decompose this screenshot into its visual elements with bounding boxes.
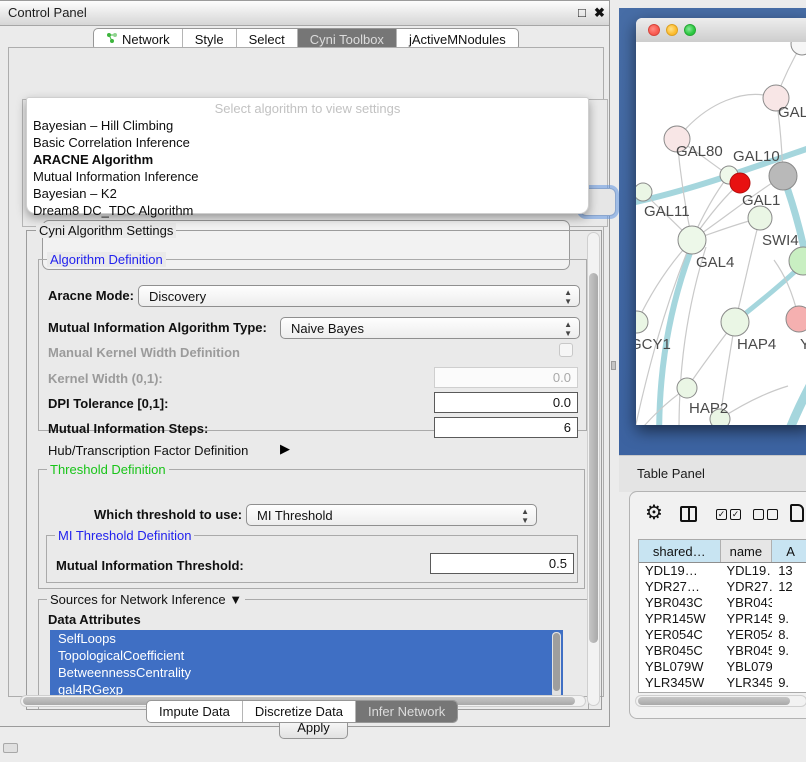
mi-threshold-field[interactable]: 0.5 bbox=[430, 553, 574, 574]
table-panel-title: Table Panel bbox=[637, 466, 705, 481]
document-icon[interactable] bbox=[790, 504, 804, 522]
which-threshold-label: Which threshold to use: bbox=[94, 507, 242, 522]
tab-infer-network[interactable]: Infer Network bbox=[356, 701, 457, 722]
table-row[interactable]: YBR043CYBR043C bbox=[639, 595, 806, 611]
node-label: HAP4 bbox=[737, 336, 776, 353]
tab-impute-data[interactable]: Impute Data bbox=[147, 701, 243, 722]
combo-spinner-icon: ▲▼ bbox=[521, 507, 529, 525]
aracne-mode-label: Aracne Mode: bbox=[48, 288, 134, 303]
network-view-window: GAL GAL80 GAL10 GAL1 GAL11 SWI4 GAL4 GCY… bbox=[636, 18, 806, 425]
cyni-toolbox-panel: Select algorithm to view settings Bayesi… bbox=[8, 47, 604, 697]
manual-kernel-label: Manual Kernel Width Definition bbox=[48, 345, 240, 360]
table-row[interactable]: YBL079WYBL079W bbox=[639, 659, 806, 675]
aracne-mode-combobox[interactable]: Discovery ▲▼ bbox=[138, 285, 580, 307]
node-table: shared… name A YDL19…YDL19…13 YDR27…YDR2… bbox=[638, 539, 806, 693]
algorithm-option[interactable]: Bayesian – K2 bbox=[33, 186, 117, 201]
cyni-algorithm-settings-group: Algorithm Definition Aracne Mode: Discov… bbox=[26, 230, 602, 710]
checked-checkbox-icon[interactable]: ✓ bbox=[730, 509, 741, 520]
algorithm-option[interactable]: Dream8 DC_TDC Algorithm bbox=[33, 203, 193, 218]
node-label: GAL1 bbox=[742, 192, 780, 209]
control-panel-title: Control Panel bbox=[8, 5, 87, 20]
table-header-row: shared… name A bbox=[639, 540, 806, 563]
algorithm-option[interactable]: Basic Correlation Inference bbox=[33, 135, 190, 150]
columns-icon[interactable] bbox=[680, 506, 697, 522]
table-row[interactable]: YDR27…YDR27…12 bbox=[639, 579, 806, 595]
tab-discretize-data[interactable]: Discretize Data bbox=[243, 701, 356, 722]
close-traffic-light-icon[interactable] bbox=[648, 24, 660, 36]
zoom-traffic-light-icon[interactable] bbox=[684, 24, 696, 36]
mi-steps-field[interactable]: 6 bbox=[434, 417, 578, 438]
control-panel-titlebar: Control Panel □ ✖ bbox=[0, 1, 609, 26]
kernel-width-label: Kernel Width (0,1): bbox=[48, 371, 163, 386]
mi-steps-label: Mutual Information Steps: bbox=[48, 421, 208, 436]
window-grip-icon[interactable] bbox=[3, 743, 18, 753]
unchecked-checkbox-icon[interactable] bbox=[753, 509, 764, 520]
combo-spinner-icon: ▲▼ bbox=[564, 320, 572, 338]
network-graph-icon bbox=[106, 32, 118, 47]
table-row[interactable]: YPR145WYPR145W9. bbox=[639, 611, 806, 627]
dropdown-placeholder: Select algorithm to view settings bbox=[27, 101, 588, 116]
table-row[interactable]: YER054CYER054C8. bbox=[639, 627, 806, 643]
splitter-handle[interactable] bbox=[611, 361, 616, 370]
mi-threshold-label: Mutual Information Threshold: bbox=[56, 558, 244, 573]
expand-arrow-icon[interactable]: ▶ bbox=[280, 441, 290, 457]
manual-kernel-checkbox[interactable] bbox=[559, 343, 573, 357]
table-horizontal-scrollbar[interactable] bbox=[635, 695, 806, 707]
column-header[interactable]: shared… bbox=[639, 540, 721, 562]
attributes-scrollbar[interactable] bbox=[552, 632, 561, 698]
node-label: GAL11 bbox=[644, 203, 690, 220]
algorithm-definition-title: Algorithm Definition bbox=[47, 252, 166, 267]
table-panel-body: ⚙ ✓ ✓ shared… name A YDL19…YDL19…13 YDR2… bbox=[629, 491, 806, 719]
algorithm-option[interactable]: Mutual Information Inference bbox=[33, 169, 198, 184]
node-label: GAL10 bbox=[733, 148, 780, 165]
data-attributes-list: SelfLoops TopologicalCoefficient Between… bbox=[50, 630, 563, 701]
table-panel-titlebar: Table Panel bbox=[619, 455, 806, 492]
node-label: GAL bbox=[778, 104, 806, 121]
threshold-definition-title: Threshold Definition bbox=[47, 462, 169, 477]
control-panel-window: Control Panel □ ✖ Network Style Select C… bbox=[0, 0, 610, 727]
dpi-tolerance-label: DPI Tolerance [0,1]: bbox=[48, 396, 168, 411]
column-header[interactable]: name bbox=[721, 540, 773, 562]
settings-vertical-scrollbar[interactable] bbox=[587, 232, 600, 706]
hub-section-label[interactable]: Hub/Transcription Factor Definition bbox=[48, 443, 248, 458]
algorithm-option-selected[interactable]: ARACNE Algorithm bbox=[33, 152, 153, 167]
node-label: GCY1 bbox=[636, 336, 671, 353]
network-canvas[interactable]: GAL GAL80 GAL10 GAL1 GAL11 SWI4 GAL4 GCY… bbox=[636, 42, 806, 425]
attribute-item-selected[interactable]: SelfLoops bbox=[50, 630, 563, 647]
node-label: Y bbox=[800, 336, 806, 353]
combo-spinner-icon: ▲▼ bbox=[564, 288, 572, 306]
attribute-item-selected[interactable]: BetweennessCentrality bbox=[50, 664, 563, 681]
close-window-icon[interactable]: ✖ bbox=[594, 5, 605, 21]
checked-checkbox-icon[interactable]: ✓ bbox=[716, 509, 727, 520]
mi-type-label: Mutual Information Algorithm Type: bbox=[48, 320, 267, 335]
gear-icon[interactable]: ⚙ bbox=[645, 503, 663, 523]
unchecked-checkbox-icon[interactable] bbox=[767, 509, 778, 520]
table-row[interactable]: YDL19…YDL19…13 bbox=[639, 563, 806, 579]
node-label: SWI4 bbox=[762, 232, 799, 249]
node-label: HAP2 bbox=[689, 400, 728, 417]
node-label: GAL80 bbox=[676, 143, 723, 160]
kernel-width-field[interactable]: 0.0 bbox=[434, 367, 578, 388]
table-row[interactable]: YBR045CYBR045C9. bbox=[639, 643, 806, 659]
float-window-icon[interactable]: □ bbox=[578, 5, 586, 20]
attribute-item-selected[interactable]: TopologicalCoefficient bbox=[50, 647, 563, 664]
table-row[interactable]: YIL052CYIL052C9 bbox=[639, 691, 806, 693]
mi-threshold-definition-title: MI Threshold Definition bbox=[55, 528, 194, 543]
data-attributes-label: Data Attributes bbox=[48, 612, 141, 627]
which-threshold-combobox[interactable]: MI Threshold ▲▼ bbox=[246, 504, 537, 526]
network-window-titlebar bbox=[636, 18, 806, 43]
collapse-arrow-icon: ▼ bbox=[229, 592, 242, 607]
settings-group-title: Cyni Algorithm Settings bbox=[36, 223, 176, 238]
algorithm-dropdown-list: Select algorithm to view settings Bayesi… bbox=[26, 97, 589, 214]
cyni-bottom-tabs: Impute Data Discretize Data Infer Networ… bbox=[146, 700, 458, 723]
table-row[interactable]: YLR345WYLR345W9. bbox=[639, 675, 806, 691]
sources-group-title[interactable]: Sources for Network Inference ▼ bbox=[47, 592, 245, 607]
algorithm-option[interactable]: Bayesian – Hill Climbing bbox=[33, 118, 173, 133]
column-header[interactable]: A bbox=[772, 540, 806, 562]
dpi-tolerance-field[interactable]: 0.0 bbox=[434, 392, 578, 413]
minimize-traffic-light-icon[interactable] bbox=[666, 24, 678, 36]
node-label: GAL4 bbox=[696, 254, 734, 271]
mi-type-combobox[interactable]: Naive Bayes ▲▼ bbox=[280, 317, 580, 339]
